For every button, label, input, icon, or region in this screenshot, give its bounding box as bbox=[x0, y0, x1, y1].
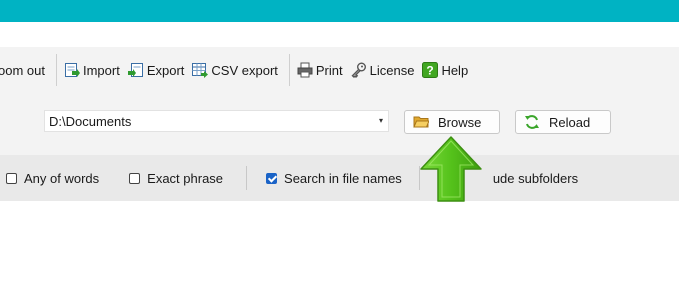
import-label: Import bbox=[82, 62, 120, 78]
help-label: Help bbox=[441, 62, 469, 78]
browse-label: Browse bbox=[438, 114, 482, 130]
search-in-file-names-option[interactable]: Search in file names bbox=[266, 171, 402, 186]
reload-icon bbox=[525, 115, 539, 129]
svg-text:?: ? bbox=[427, 64, 434, 78]
exact-phrase-label: Exact phrase bbox=[147, 170, 224, 186]
export-label: Export bbox=[146, 62, 185, 78]
printer-icon bbox=[297, 62, 313, 78]
options-separator bbox=[246, 166, 248, 190]
reload-button[interactable]: Reload bbox=[515, 110, 611, 134]
main-toolbar: oom out Import Export CSV export Print L… bbox=[0, 47, 679, 93]
csv-export-button[interactable]: CSV export bbox=[190, 58, 279, 82]
zoom-out-button[interactable]: oom out bbox=[0, 58, 47, 82]
up-arrow-icon bbox=[420, 136, 482, 202]
license-button[interactable]: License bbox=[349, 58, 417, 82]
help-icon: ? bbox=[422, 62, 439, 78]
toolbar-separator bbox=[288, 54, 290, 86]
any-of-words-option[interactable]: Any of words bbox=[6, 171, 99, 186]
include-subfolders-label: ude subfolders bbox=[492, 170, 579, 186]
toolbar-separator bbox=[55, 54, 57, 86]
path-dropdown-button[interactable]: ▾ bbox=[374, 114, 388, 128]
import-button[interactable]: Import bbox=[62, 58, 122, 82]
window-title-bar bbox=[0, 0, 679, 22]
print-button[interactable]: Print bbox=[295, 58, 345, 82]
chevron-down-icon: ▾ bbox=[378, 116, 383, 125]
export-button[interactable]: Export bbox=[126, 58, 187, 82]
csv-export-icon bbox=[192, 63, 209, 78]
exact-phrase-option[interactable]: Exact phrase bbox=[129, 171, 223, 186]
zoom-out-label: oom out bbox=[0, 62, 45, 78]
folder-path-input[interactable] bbox=[44, 110, 389, 132]
search-options-row: Any of words Exact phrase Search in file… bbox=[0, 155, 679, 201]
search-in-file-names-label: Search in file names bbox=[284, 170, 402, 186]
any-of-words-label: Any of words bbox=[24, 170, 100, 186]
import-icon bbox=[64, 63, 80, 77]
search-in-file-names-checkbox[interactable] bbox=[266, 172, 278, 184]
browse-button[interactable]: Browse bbox=[404, 110, 500, 134]
any-of-words-checkbox[interactable] bbox=[6, 172, 17, 184]
reload-label: Reload bbox=[549, 114, 591, 130]
license-label: License bbox=[369, 62, 415, 78]
exact-phrase-checkbox[interactable] bbox=[129, 172, 141, 184]
export-icon bbox=[127, 63, 143, 77]
path-row: ▾ Browse Reload bbox=[0, 93, 679, 155]
folder-icon bbox=[413, 116, 429, 128]
csv-export-label: CSV export bbox=[211, 62, 278, 78]
help-button[interactable]: ? Help bbox=[420, 58, 470, 82]
key-icon bbox=[351, 62, 366, 78]
print-label: Print bbox=[315, 62, 343, 78]
